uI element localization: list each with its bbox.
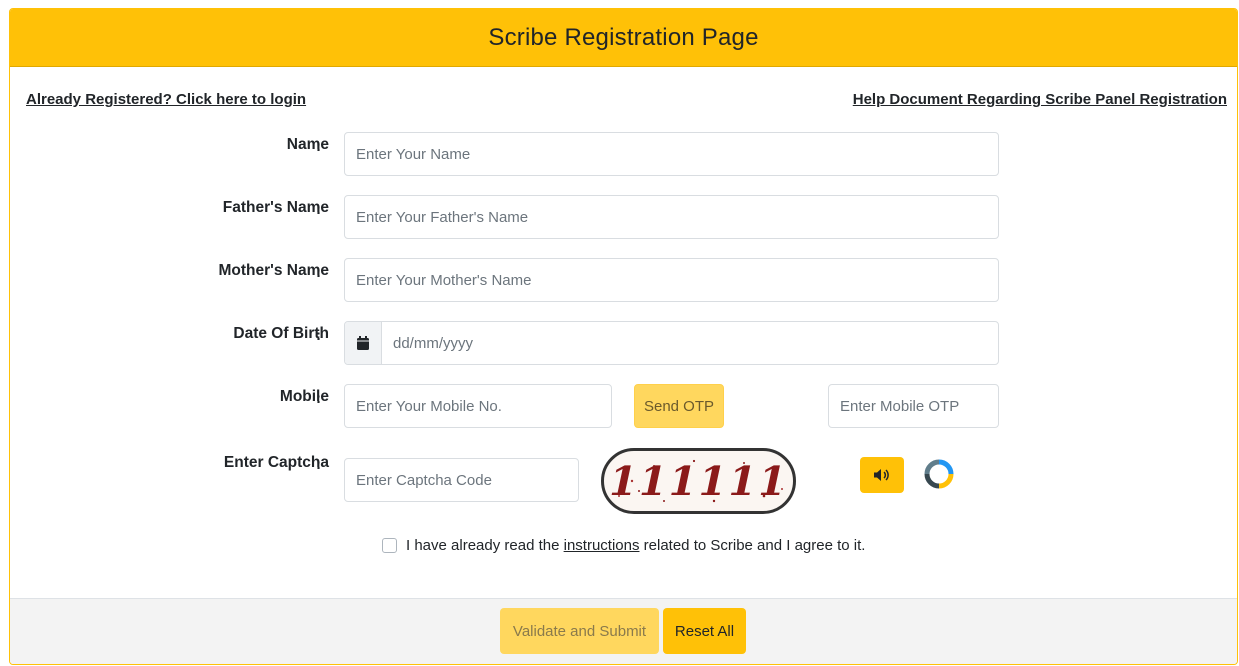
- father-name-colon: :: [316, 201, 321, 218]
- agreement-text-prefix: I have already read the: [406, 537, 560, 554]
- mobile-colon: :: [316, 390, 321, 407]
- captcha-image: 111111: [601, 448, 796, 514]
- mobile-label: Mobile: [279, 388, 329, 405]
- mother-name-row: Mother's Name : Enter Your Mother's Name: [10, 258, 1237, 302]
- mobile-row: Mobile : Enter Your Mobile No. Send OTP …: [10, 384, 1237, 428]
- refresh-icon[interactable]: [924, 459, 954, 489]
- captcha-text: 111111: [604, 457, 793, 505]
- agreement-text-suffix: related to Scribe and I agree to it.: [643, 537, 866, 554]
- captcha-label: Enter Captcha: [223, 454, 329, 471]
- name-colon: :: [316, 138, 321, 155]
- father-name-input[interactable]: Enter Your Father's Name: [344, 195, 999, 239]
- mobile-otp-input[interactable]: Enter Mobile OTP: [828, 384, 999, 428]
- agreement-checkbox[interactable]: [382, 538, 397, 553]
- dob-colon: :: [316, 327, 321, 344]
- name-row: Name : Enter Your Name: [10, 132, 1237, 176]
- card-footer: Validate and Submit Reset All: [10, 598, 1237, 664]
- dob-field[interactable]: dd/mm/yyyy: [344, 321, 999, 365]
- speaker-icon[interactable]: [860, 457, 904, 493]
- top-links: Already Registered? Click here to login …: [26, 91, 1227, 108]
- dob-label: Date Of Birth: [233, 325, 329, 342]
- dob-row: Date Of Birth : dd/mm/yyyy: [10, 321, 1237, 365]
- mother-name-input[interactable]: Enter Your Mother's Name: [344, 258, 999, 302]
- name-input[interactable]: Enter Your Name: [344, 132, 999, 176]
- reset-all-button[interactable]: Reset All: [663, 608, 746, 654]
- help-document-link[interactable]: Help Document Regarding Scribe Panel Reg…: [853, 91, 1227, 108]
- validate-submit-button[interactable]: Validate and Submit: [500, 608, 659, 654]
- name-label: Name: [286, 136, 329, 153]
- mother-name-label: Mother's Name: [218, 262, 330, 279]
- registration-card: Scribe Registration Page Already Registe…: [9, 8, 1238, 665]
- login-link[interactable]: Already Registered? Click here to login: [26, 91, 306, 108]
- captcha-row: Enter Captcha : Enter Captcha Code 11111…: [10, 448, 1237, 518]
- card-header: Scribe Registration Page: [10, 9, 1237, 67]
- instructions-link[interactable]: instructions: [564, 537, 640, 554]
- mother-name-colon: :: [316, 264, 321, 281]
- agreement-checkbox-row[interactable]: I have already read the instructions rel…: [382, 537, 865, 554]
- calendar-icon[interactable]: [345, 322, 382, 364]
- father-name-row: Father's Name : Enter Your Father's Name: [10, 195, 1237, 239]
- captcha-colon: :: [316, 456, 321, 473]
- dob-input[interactable]: dd/mm/yyyy: [382, 322, 998, 364]
- mobile-input[interactable]: Enter Your Mobile No.: [344, 384, 612, 428]
- father-name-label: Father's Name: [222, 199, 329, 216]
- send-otp-button[interactable]: Send OTP: [634, 384, 724, 428]
- captcha-input[interactable]: Enter Captcha Code: [344, 458, 579, 502]
- page-title: Scribe Registration Page: [488, 23, 759, 51]
